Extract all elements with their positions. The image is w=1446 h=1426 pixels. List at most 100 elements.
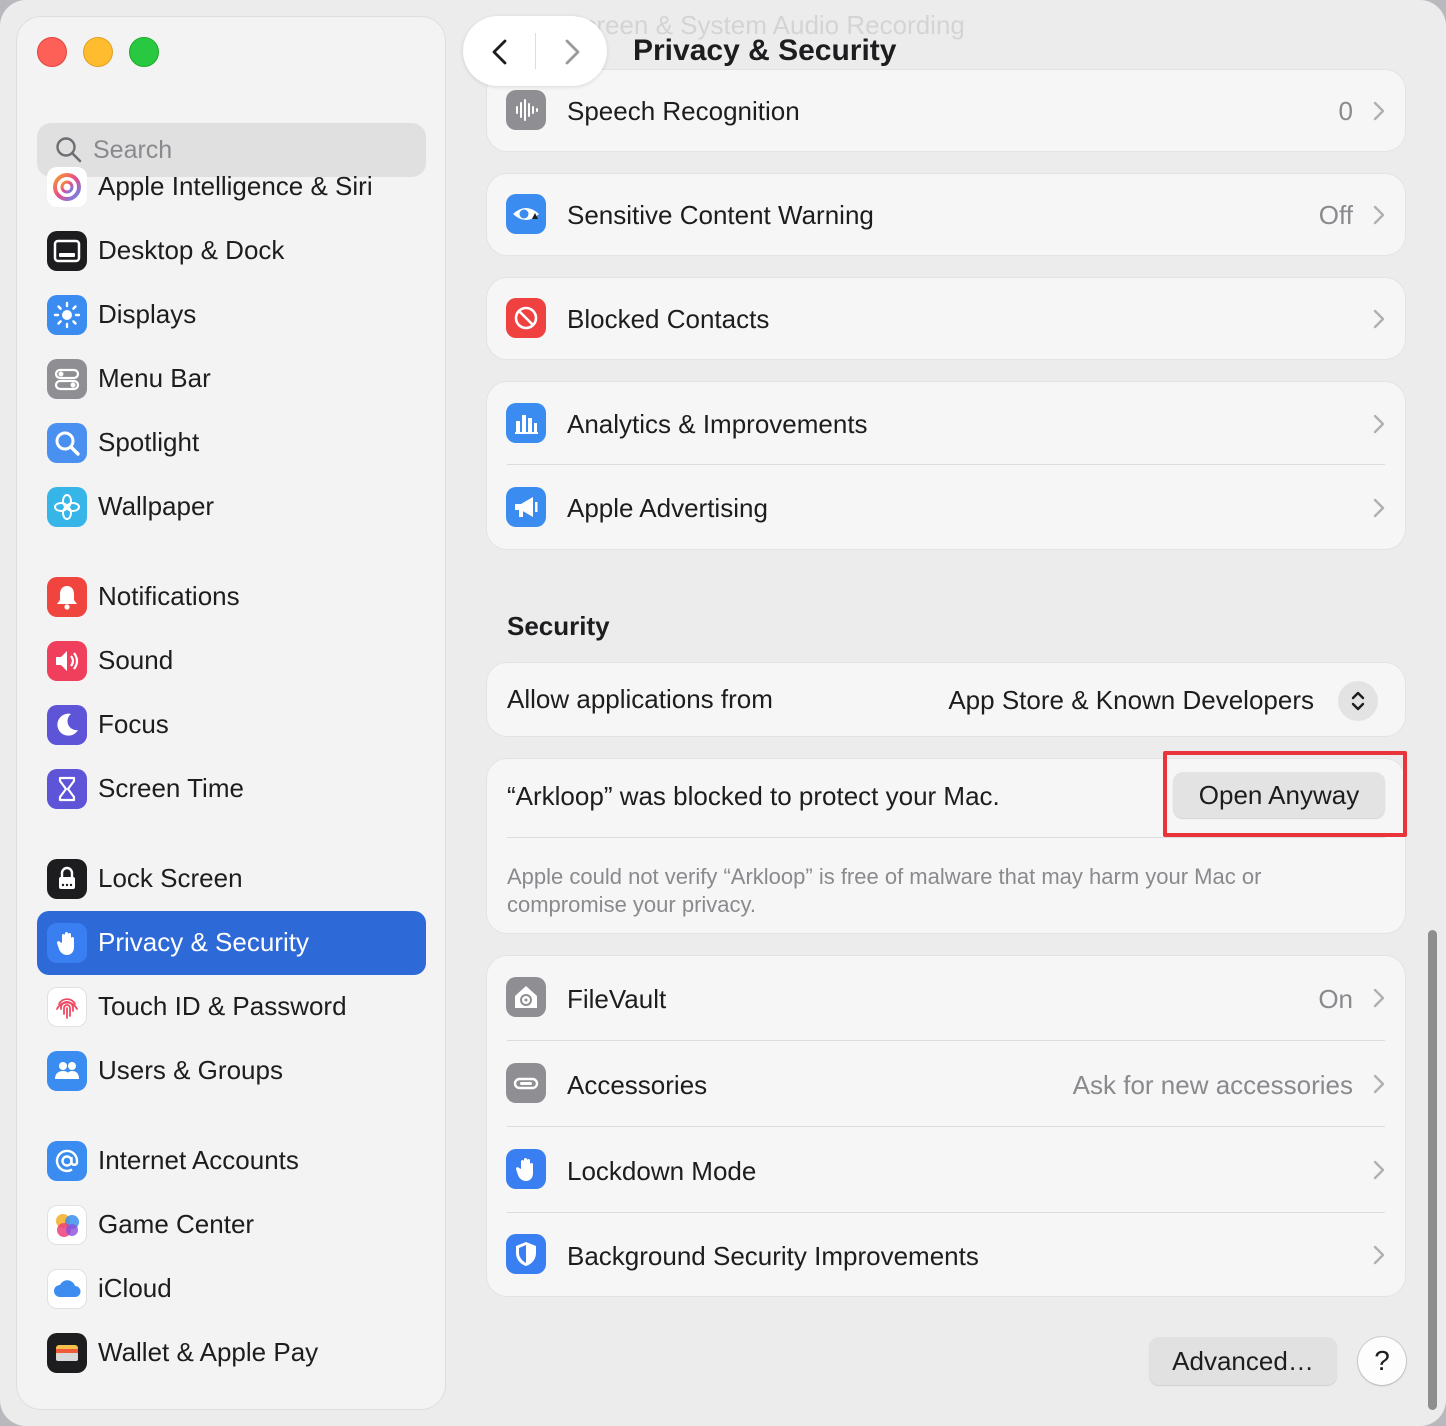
sidebar-item-label: Focus <box>98 709 169 739</box>
row-label: Sensitive Content Warning <box>567 200 874 230</box>
apple-advertising-row[interactable]: Apple Advertising <box>487 466 1405 549</box>
sidebar-item-label: Internet Accounts <box>98 1145 299 1175</box>
sidebar-item-label: Wallet & Apple Pay <box>98 1337 319 1367</box>
sidebar-item-label: Desktop & Dock <box>98 235 285 265</box>
popup-stepper-icon[interactable] <box>1338 681 1378 721</box>
row-label: Speech Recognition <box>567 96 800 126</box>
sidebar-item-screen-time[interactable]: Screen Time <box>37 757 426 821</box>
sidebar-item-sound[interactable]: Sound <box>37 629 426 693</box>
accessories-icon <box>506 1063 546 1103</box>
row-value: 0 <box>1338 96 1353 126</box>
accessories-row[interactable]: Accessories Ask for new accessories <box>487 1042 1405 1127</box>
blocked-contacts-row[interactable]: Blocked Contacts <box>487 278 1405 359</box>
privacy-hand-icon <box>47 923 87 963</box>
scrollbar[interactable] <box>1428 930 1437 1410</box>
speech-waveform-icon <box>506 90 546 130</box>
sidebar-item-label: Screen Time <box>98 773 244 803</box>
sidebar-item-label: Game Center <box>98 1209 255 1239</box>
row-label: Accessories <box>567 1070 708 1100</box>
sidebar-item-touch-id[interactable]: Touch ID & Password <box>37 975 426 1039</box>
sidebar-item-icloud[interactable]: iCloud <box>37 1257 426 1321</box>
sidebar-item-label: Notifications <box>98 581 240 611</box>
sidebar-item-wallpaper[interactable]: Wallpaper <box>37 475 426 539</box>
sidebar-item-lock-screen[interactable]: Lock Screen <box>37 847 426 911</box>
sidebar-item-label: Touch ID & Password <box>98 991 347 1021</box>
speech-recognition-card: Speech Recognition 0 <box>487 70 1405 151</box>
open-anyway-highlight <box>1163 751 1407 837</box>
sidebar-item-apple-intelligence[interactable]: Apple Intelligence & Siri <box>37 155 426 219</box>
desktop-dock-icon <box>47 231 87 271</box>
sidebar-item-label: Menu Bar <box>98 363 211 393</box>
filevault-icon <box>506 977 546 1017</box>
notifications-icon <box>47 577 87 617</box>
page-title: Privacy & Security <box>633 34 897 67</box>
blocked-icon <box>506 298 546 338</box>
sidebar-item-spotlight[interactable]: Spotlight <box>37 411 426 475</box>
help-button[interactable]: ? <box>1358 1337 1406 1385</box>
chevron-right-icon <box>1373 1245 1385 1265</box>
analytics-icon <box>506 403 546 443</box>
lockdown-hand-icon <box>506 1149 546 1189</box>
analytics-row[interactable]: Analytics & Improvements <box>487 382 1405 465</box>
row-value: Off <box>1318 200 1353 230</box>
sidebar-item-wallet[interactable]: Wallet & Apple Pay <box>37 1321 426 1385</box>
lockdown-mode-row[interactable]: Lockdown Mode <box>487 1128 1405 1213</box>
sidebar-item-label: Lock Screen <box>98 863 243 893</box>
chevron-right-icon <box>1373 1160 1385 1180</box>
sidebar-item-internet-accounts[interactable]: Internet Accounts <box>37 1129 426 1193</box>
allow-applications-value[interactable]: App Store & Known Developers <box>948 685 1314 716</box>
at-sign-icon <box>47 1141 87 1181</box>
sidebar-item-label: Displays <box>98 299 197 329</box>
menu-bar-icon <box>47 359 87 399</box>
lock-screen-icon <box>47 859 87 899</box>
shield-icon <box>506 1234 546 1274</box>
row-label: Blocked Contacts <box>567 304 770 334</box>
row-value: On <box>1318 984 1353 1014</box>
row-label: Lockdown Mode <box>567 1156 757 1186</box>
sidebar-item-privacy-security[interactable]: Privacy & Security <box>37 911 426 975</box>
sensitive-content-card: Sensitive Content Warning Off <box>487 174 1405 255</box>
sidebar-item-notifications[interactable]: Notifications <box>37 565 426 629</box>
sidebar-item-desktop-dock[interactable]: Desktop & Dock <box>37 219 426 283</box>
security-section-title: Security <box>507 611 610 641</box>
back-arrow-icon[interactable] <box>488 38 514 66</box>
blocked-contacts-card: Blocked Contacts <box>487 278 1405 359</box>
row-label: Background Security Improvements <box>567 1241 979 1271</box>
sound-icon <box>47 641 87 681</box>
blocked-app-message: “Arkloop” was blocked to protect your Ma… <box>507 781 1000 811</box>
chevron-right-icon <box>1373 101 1385 121</box>
chevron-right-icon <box>1373 205 1385 225</box>
game-center-icon <box>47 1205 87 1245</box>
sidebar-item-label: Sound <box>98 645 174 675</box>
allow-applications-card: Allow applications from App Store & Know… <box>487 663 1405 736</box>
sidebar-item-focus[interactable]: Focus <box>37 693 426 757</box>
sidebar-item-label: Spotlight <box>98 427 200 457</box>
chevron-right-icon <box>1373 988 1385 1008</box>
row-value: Ask for new accessories <box>1072 1070 1353 1100</box>
filevault-row[interactable]: FileVault On <box>487 956 1405 1041</box>
close-window-button[interactable] <box>37 37 67 67</box>
sidebar-item-displays[interactable]: Displays <box>37 283 426 347</box>
sidebar-item-label: Privacy & Security <box>98 927 309 957</box>
fingerprint-icon <box>47 987 87 1027</box>
sidebar-item-label: Apple Intelligence & Siri <box>98 171 373 201</box>
sidebar-item-game-center[interactable]: Game Center <box>37 1193 426 1257</box>
sensitive-content-row[interactable]: Sensitive Content Warning Off <box>487 174 1405 255</box>
zoom-window-button[interactable] <box>129 37 159 67</box>
chevron-right-icon <box>1373 498 1385 518</box>
chevron-right-icon <box>1373 1074 1385 1094</box>
wallpaper-icon <box>47 487 87 527</box>
advanced-button[interactable]: Advanced… <box>1149 1337 1337 1385</box>
allow-applications-label: Allow applications from <box>507 684 773 714</box>
users-icon <box>47 1051 87 1091</box>
sidebar-item-label: iCloud <box>98 1273 172 1303</box>
forward-arrow-icon[interactable] <box>558 38 584 66</box>
sidebar-item-label: Users & Groups <box>98 1055 283 1085</box>
sidebar-item-menu-bar[interactable]: Menu Bar <box>37 347 426 411</box>
minimize-window-button[interactable] <box>83 37 113 67</box>
sidebar-item-users-groups[interactable]: Users & Groups <box>37 1039 426 1103</box>
background-security-row[interactable]: Background Security Improvements <box>487 1214 1405 1296</box>
speech-recognition-row[interactable]: Speech Recognition 0 <box>487 70 1405 151</box>
advertising-icon <box>506 487 546 527</box>
analytics-advertising-card: Analytics & Improvements Apple Advertisi… <box>487 382 1405 549</box>
